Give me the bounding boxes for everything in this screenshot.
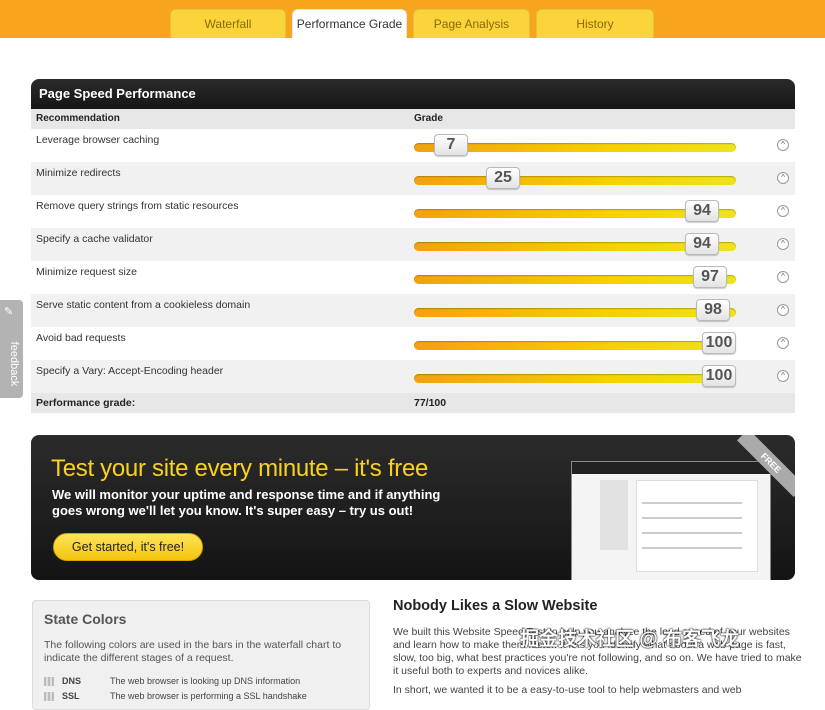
- recommendation-label: Serve static content from a cookieless d…: [36, 299, 251, 311]
- article-title: Nobody Likes a Slow Website: [393, 598, 598, 614]
- expand-icon[interactable]: ^: [777, 271, 789, 283]
- table-row: Leverage browser caching 7 ^: [31, 129, 795, 162]
- page-speed-panel: Page Speed Performance Recommendation Gr…: [31, 79, 795, 415]
- expand-icon[interactable]: ^: [777, 304, 789, 316]
- feedback-icon: ✎: [4, 306, 14, 318]
- grade-badge: 100: [702, 365, 736, 387]
- recommendation-label: Minimize request size: [36, 266, 137, 278]
- expand-icon[interactable]: ^: [777, 238, 789, 250]
- recommendation-header: Recommendation: [36, 113, 120, 124]
- recommendation-label: Avoid bad requests: [36, 332, 126, 344]
- expand-icon[interactable]: ^: [777, 172, 789, 184]
- tab-performance-grade[interactable]: Performance Grade: [292, 9, 407, 38]
- tab-history[interactable]: History: [536, 9, 654, 38]
- grade-badge: 100: [702, 332, 736, 354]
- promo-headline: Test your site every minute – it's free: [51, 455, 429, 482]
- grade-bar: [414, 308, 736, 317]
- dns-swatch: [44, 677, 54, 686]
- grade-bar: [414, 176, 736, 185]
- grade-bar: [414, 374, 736, 383]
- tab-page-analysis[interactable]: Page Analysis: [413, 9, 530, 38]
- state-text: The web browser is looking up DNS inform…: [110, 676, 301, 686]
- promo-body: We will monitor your uptime and response…: [52, 487, 441, 518]
- table-row: Minimize redirects 25 ^: [31, 162, 795, 195]
- table-row: Minimize request size 97 ^: [31, 261, 795, 294]
- feedback-tab[interactable]: ✎ feedback: [0, 300, 23, 398]
- grade-badge: 94: [685, 233, 719, 255]
- state-colors-desc: The following colors are used in the bar…: [44, 639, 342, 664]
- grade-bar: [414, 341, 736, 350]
- recommendation-label: Remove query strings from static resourc…: [36, 200, 239, 212]
- dashboard-screenshot-image: [571, 461, 771, 580]
- article-paragraph: In short, we wanted it to be a easy-to-u…: [393, 684, 742, 696]
- performance-grade-value: 77/100: [414, 397, 447, 409]
- expand-icon[interactable]: ^: [777, 370, 789, 382]
- recommendation-label: Leverage browser caching: [36, 134, 160, 146]
- grade-badge: 97: [693, 266, 727, 288]
- promo-banner: Test your site every minute – it's free …: [31, 435, 795, 580]
- state-text: The web browser is performing a SSL hand…: [110, 691, 307, 701]
- tab-bar: Waterfall Performance Grade Page Analysi…: [170, 9, 654, 38]
- grade-badge: 98: [696, 299, 730, 321]
- expand-icon[interactable]: ^: [777, 139, 789, 151]
- state-item-dns: DNS The web browser is looking up DNS in…: [44, 676, 364, 688]
- get-started-button[interactable]: Get started, it's free!: [53, 533, 203, 561]
- state-key: DNS: [62, 676, 82, 686]
- watermark: 掘金技术社区 @ 布客飞龙: [520, 629, 740, 650]
- tab-waterfall[interactable]: Waterfall: [170, 9, 286, 38]
- state-item-ssl: SSL The web browser is performing a SSL …: [44, 691, 364, 703]
- feedback-label: feedback: [8, 341, 20, 387]
- grade-header: Grade: [414, 113, 443, 124]
- performance-grade-row: Performance grade: 77/100: [31, 393, 795, 413]
- recommendation-list: Leverage browser caching 7 ^ Minimize redir…: [31, 129, 795, 393]
- state-key: SSL: [62, 691, 80, 701]
- table-row: Serve static content from a cookieless d…: [31, 294, 795, 327]
- grade-badge: 25: [486, 167, 520, 189]
- state-colors-title: State Colors: [44, 611, 127, 627]
- recommendation-label: Specify a Vary: Accept-Encoding header: [36, 365, 224, 377]
- grade-bar: [414, 275, 736, 284]
- recommendation-label: Specify a cache validator: [36, 233, 153, 245]
- recommendation-label: Minimize redirects: [36, 167, 121, 179]
- ssl-swatch: [44, 692, 54, 701]
- state-colors-box: State Colors The following colors are us…: [32, 600, 370, 710]
- grade-badge: 7: [434, 134, 468, 156]
- expand-icon[interactable]: ^: [777, 205, 789, 217]
- table-row: Specify a Vary: Accept-Encoding header 10…: [31, 360, 795, 393]
- column-header: Recommendation Grade: [31, 109, 795, 129]
- performance-grade-label: Performance grade:: [36, 397, 136, 409]
- table-row: Specify a cache validator 94 ^: [31, 228, 795, 261]
- table-row: Remove query strings from static resourc…: [31, 195, 795, 228]
- table-row: Avoid bad requests 100 ^: [31, 327, 795, 360]
- expand-icon[interactable]: ^: [777, 337, 789, 349]
- panel-title: Page Speed Performance: [31, 79, 795, 109]
- grade-badge: 94: [685, 200, 719, 222]
